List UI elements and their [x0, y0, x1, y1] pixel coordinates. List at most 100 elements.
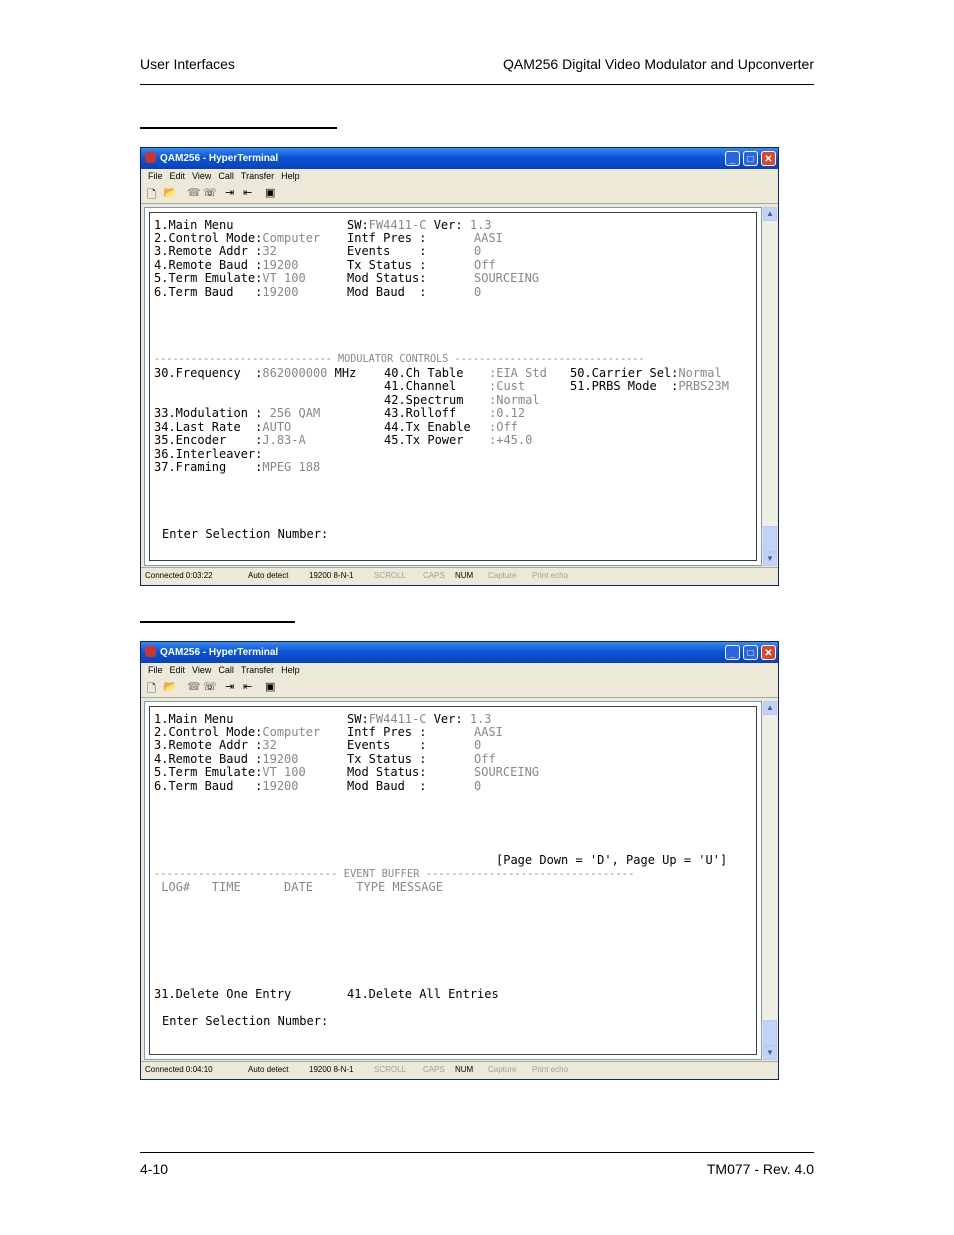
maximize-button[interactable]: □	[743, 151, 758, 166]
hyperterminal-window-modulator: QAM256 - HyperTerminal _ □ ✕ File Edit Vie…	[140, 147, 779, 586]
menu-view[interactable]: View	[192, 665, 211, 675]
receive-icon[interactable]: ⇤	[243, 186, 252, 199]
status-caps: CAPS	[423, 1065, 445, 1074]
section-underline	[140, 127, 337, 129]
close-button[interactable]: ✕	[761, 645, 776, 660]
rolloff: 43.Rolloff	[384, 406, 457, 420]
term-baud: 6.Term Baud :19200	[154, 779, 299, 793]
channel-value: :Cust	[489, 379, 526, 393]
minimize-button[interactable]: _	[725, 645, 740, 660]
menu-transfer[interactable]: Transfer	[241, 665, 274, 675]
status-connected: Connected 0:04:10	[145, 1065, 213, 1074]
receive-icon[interactable]: ⇤	[243, 680, 252, 693]
mod-status: Mod Status:	[347, 271, 427, 285]
events: Events :	[347, 244, 427, 258]
connect-icon[interactable]: ☎	[187, 186, 201, 199]
tx-power: 45.Tx Power	[384, 433, 464, 447]
statusbar: Connected 0:03:22 Auto detect 19200 8-N-…	[141, 567, 778, 585]
status-autodetect: Auto detect	[248, 571, 289, 580]
menu-transfer[interactable]: Transfer	[241, 171, 274, 181]
scroll-thumb[interactable]	[763, 1020, 777, 1046]
events-value: 0	[474, 738, 482, 752]
menu-edit[interactable]: Edit	[170, 665, 186, 675]
framing: 37.Framing :MPEG 188	[154, 460, 321, 474]
scroll-down-icon[interactable]: ▼	[763, 552, 777, 566]
terminal-screen[interactable]: 1.Main Menu SW:FW4411-C Ver: 1.3 2.Contr…	[149, 212, 757, 561]
terminal-area[interactable]: 1.Main Menu SW:FW4411-C Ver: 1.3 2.Contr…	[144, 207, 762, 566]
vertical-scrollbar[interactable]: ▲ ▼	[763, 207, 777, 566]
mod-status: Mod Status:	[347, 765, 427, 779]
status-scroll: SCROLL	[374, 571, 407, 580]
properties-icon[interactable]: ▣	[265, 186, 275, 199]
prbs-mode: 51.PRBS Mode :PRBS23M	[570, 379, 729, 393]
section-underline-2	[140, 621, 295, 623]
menu-file[interactable]: File	[148, 171, 163, 181]
window-titlebar[interactable]: QAM256 - HyperTerminal _ □ ✕	[141, 148, 778, 169]
open-icon[interactable]: 📂	[163, 680, 177, 693]
menu-file[interactable]: File	[148, 665, 163, 675]
menu-edit[interactable]: Edit	[170, 171, 186, 181]
remote-addr: 3.Remote Addr :32	[154, 738, 277, 752]
close-button[interactable]: ✕	[761, 151, 776, 166]
disconnect-icon[interactable]: ☏	[203, 680, 217, 693]
selection-prompt[interactable]: Enter Selection Number:	[162, 528, 328, 541]
vertical-scrollbar[interactable]: ▲ ▼	[763, 701, 777, 1060]
header-section-title: User Interfaces	[140, 56, 235, 72]
status-baud: 19200 8-N-1	[309, 1065, 354, 1074]
hyperterminal-window-event-buffer: QAM256 - HyperTerminal _ □ ✕ File Edit Vie…	[140, 641, 779, 1080]
encoder: 35.Encoder :J.83-A	[154, 433, 306, 447]
selection-prompt[interactable]: Enter Selection Number:	[162, 1015, 328, 1028]
status-num: NUM	[455, 571, 474, 580]
terminal-screen[interactable]: 1.Main Menu SW:FW4411-C Ver: 1.3 2.Contr…	[149, 706, 757, 1055]
send-icon[interactable]: ⇥	[225, 680, 234, 693]
menu-call[interactable]: Call	[218, 171, 234, 181]
open-icon[interactable]: 📂	[163, 186, 177, 199]
status-capture: Capture	[488, 571, 517, 580]
new-icon[interactable]: 🗋	[147, 680, 156, 699]
menu-view[interactable]: View	[192, 171, 211, 181]
status-scroll: SCROLL	[374, 1065, 407, 1074]
paging-hint: [Page Down = 'D', Page Up = 'U']	[496, 853, 728, 867]
scroll-thumb[interactable]	[763, 526, 777, 552]
status-print-echo: Print echo	[532, 571, 569, 580]
minimize-button[interactable]: _	[725, 151, 740, 166]
connect-icon[interactable]: ☎	[187, 680, 201, 693]
mod-baud: Mod Baud :	[347, 285, 427, 299]
scroll-up-icon[interactable]: ▲	[763, 207, 777, 221]
app-icon	[145, 152, 156, 163]
scroll-up-icon[interactable]: ▲	[763, 701, 777, 715]
status-capture: Capture	[488, 1065, 517, 1074]
scroll-down-icon[interactable]: ▼	[763, 1046, 777, 1060]
menu-help[interactable]: Help	[281, 665, 300, 675]
events: Events :	[347, 738, 427, 752]
maximize-button[interactable]: □	[743, 645, 758, 660]
event-columns: LOG# TIME DATE TYPE MESSAGE	[154, 880, 443, 894]
frequency: 30.Frequency :862000000 MHz	[154, 366, 357, 380]
status-autodetect: Auto detect	[248, 1065, 289, 1074]
footer-rule	[140, 1152, 814, 1153]
mod-status-value: SOURCEING	[474, 765, 540, 779]
window-titlebar[interactable]: QAM256 - HyperTerminal _ □ ✕	[141, 642, 778, 663]
disconnect-icon[interactable]: ☏	[203, 186, 217, 199]
channel: 41.Channel	[384, 379, 457, 393]
new-icon[interactable]: 🗋	[147, 186, 156, 205]
tx-power-value: :+45.0	[489, 433, 533, 447]
delete-one-entry[interactable]: 31.Delete One Entry	[154, 988, 291, 1001]
send-icon[interactable]: ⇥	[225, 186, 234, 199]
properties-icon[interactable]: ▣	[265, 680, 275, 693]
menubar: File Edit View Call Transfer Help	[141, 663, 778, 678]
delete-all-entries[interactable]: 41.Delete All Entries	[347, 988, 499, 1001]
menu-call[interactable]: Call	[218, 665, 234, 675]
modulator-controls-divider: ----------------------------- MODULATOR …	[154, 354, 645, 365]
status-caps: CAPS	[423, 571, 445, 580]
status-num: NUM	[455, 1065, 474, 1074]
menu-help[interactable]: Help	[281, 171, 300, 181]
modulation: 33.Modulation : 256 QAM	[154, 406, 321, 420]
rolloff-value: :0.12	[489, 406, 526, 420]
page-number: 4-10	[140, 1161, 169, 1177]
term-emulate: 5.Term Emulate:VT 100	[154, 765, 306, 779]
terminal-area[interactable]: 1.Main Menu SW:FW4411-C Ver: 1.3 2.Contr…	[144, 701, 762, 1060]
mod-baud-value: 0	[474, 779, 482, 793]
status-print-echo: Print echo	[532, 1065, 569, 1074]
mod-baud-value: 0	[474, 285, 482, 299]
